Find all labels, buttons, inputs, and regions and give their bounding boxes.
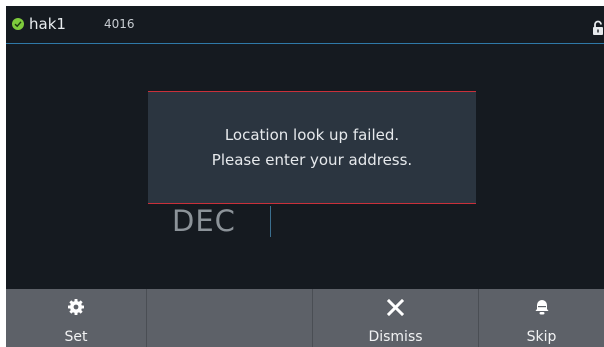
unlock-icon[interactable] [592,20,604,36]
skip-button[interactable]: Skip [479,289,604,347]
dismiss-button[interactable]: Dismiss [313,289,478,347]
empty-toolbar-slot [147,289,312,347]
dismiss-button-label: Dismiss [368,329,423,345]
time-field-label: DEC [172,204,236,238]
dialog-message-line1: Location look up failed. [224,126,400,144]
bell-icon [535,299,549,320]
close-icon [386,298,405,320]
status-check-icon [12,18,24,30]
alert-dialog: Location look up failed. Please enter yo… [148,91,476,204]
dialog-message-line2: Please enter your address. [211,151,413,169]
device-code: 4016 [104,17,135,31]
text-cursor [270,206,271,237]
app-screen: hak1 4016 DEC Location look up failed. P… [6,6,604,347]
gear-icon [67,298,85,320]
skip-button-label: Skip [526,329,557,345]
set-button-label: Set [64,329,88,345]
header-bar: hak1 4016 [6,6,604,44]
device-name[interactable]: hak1 [29,15,66,33]
bottom-toolbar: Set Dismiss Skip [6,289,604,347]
set-button[interactable]: Set [6,289,146,347]
